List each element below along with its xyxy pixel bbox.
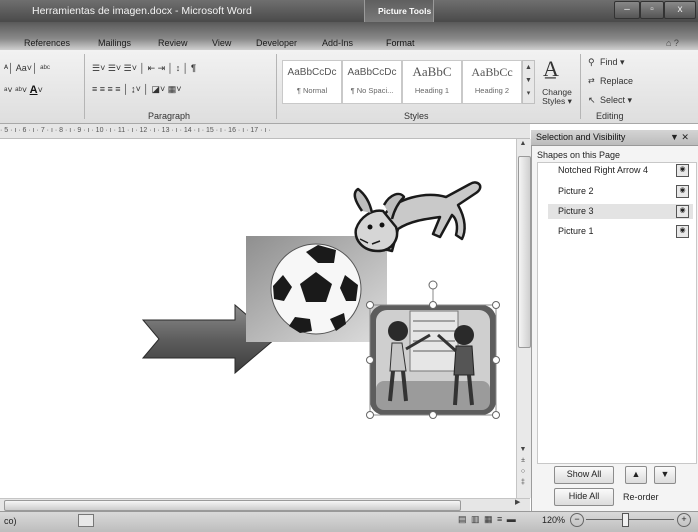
find-icon: ⚲ [588, 57, 595, 67]
tab-developer[interactable]: Developer [256, 38, 297, 48]
visibility-toggle-icon[interactable]: ◉ [676, 185, 689, 198]
styles-scroll-icon[interactable]: ▲ ▼ ▾ [522, 60, 535, 104]
shape-item-label: Picture 1 [558, 226, 594, 236]
show-all-button[interactable]: Show All [554, 466, 614, 484]
find-button[interactable]: Find ▾ [600, 57, 625, 68]
document-shapes [141, 181, 500, 419]
select-icon: ↖ [588, 95, 596, 105]
style-preview: AaBbCcDc [347, 67, 397, 78]
tab-format[interactable]: Format [386, 38, 415, 48]
separator [276, 54, 277, 119]
style-preview: AaBbC [412, 64, 452, 79]
shape-item-picture-2[interactable]: Picture 2 ◉ [548, 184, 693, 199]
reorder-label: Re-order [623, 492, 659, 502]
horizontal-scroll-thumb[interactable] [4, 500, 461, 511]
view-buttons-icons[interactable]: ▤ ▥ ▦ ≡ ▬ [458, 514, 517, 525]
scroll-up-icon[interactable]: ▲ [517, 140, 529, 154]
style-heading-2[interactable]: AaBbCc Heading 2 [462, 60, 522, 104]
visibility-toggle-icon[interactable]: ◉ [676, 164, 689, 177]
change-styles-button[interactable]: Change Styles ▾ [540, 88, 574, 106]
shape-item-label: Picture 2 [558, 186, 594, 196]
shape-item-label: Picture 3 [558, 206, 594, 216]
picture-dog-clipart[interactable] [353, 181, 482, 253]
separator [580, 54, 581, 119]
picture-soccer-ball[interactable] [246, 236, 387, 342]
pane-close-icon[interactable]: ▼ ✕ [670, 132, 689, 143]
zoom-slider-track[interactable] [586, 519, 674, 520]
close-button[interactable]: x [664, 1, 696, 19]
paragraph-tools-row2[interactable]: ≡ ≡ ≡ ≡ │ ↨˅ │ ◪˅ ▦˅ [92, 84, 182, 95]
zoom-level[interactable]: 120% [542, 515, 565, 525]
context-tab-group-label: Picture Tools [378, 6, 432, 16]
tab-references[interactable]: References [24, 38, 70, 48]
paragraph-tools-row1[interactable]: ☰˅ ☰˅ ☰˅ │ ⇤ ⇥ │ ↕ │ ¶ [92, 63, 196, 74]
horizontal-ruler[interactable]: · 5 · ı · 6 · ı · 7 · ı · 8 · ı · 9 · ı … [0, 124, 530, 139]
zoom-out-icon[interactable]: − [570, 513, 584, 527]
style-normal[interactable]: AaBbCcDc ¶ Normal [282, 60, 342, 104]
help-icon[interactable]: ⌂ ? [666, 38, 679, 48]
scroll-right-icon[interactable]: ▶ [515, 498, 520, 506]
style-no-spacing[interactable]: AaBbCcDc ¶ No Spaci... [342, 60, 402, 104]
macro-record-icon[interactable] [78, 514, 94, 527]
style-heading-1[interactable]: AaBbC Heading 1 [402, 60, 462, 104]
font-tools-row1[interactable]: ᴬ│ Aa˅│ ᵃᵇᶜ [4, 63, 50, 73]
zoom-in-icon[interactable]: + [677, 513, 691, 527]
tab-view[interactable]: View [212, 38, 231, 48]
zoom-slider-thumb[interactable] [622, 513, 629, 527]
style-preview: AaBbCc [471, 65, 513, 79]
tab-review[interactable]: Review [158, 38, 188, 48]
shape-item-notched-right-arrow-4[interactable]: Notched Right Arrow 4 ◉ [548, 163, 693, 178]
scroll-browse-icons[interactable]: ▼ ± ○ ‡ [517, 444, 529, 488]
style-name: Heading 1 [414, 86, 450, 95]
selection-pane-title: Selection and Visibility [536, 132, 626, 142]
move-down-icon[interactable]: ▼ [654, 466, 676, 484]
editing-group-label: Editing [596, 111, 624, 121]
move-up-icon[interactable]: ▲ [625, 466, 647, 484]
status-bar [0, 511, 698, 532]
style-name: Heading 2 [474, 86, 510, 95]
shape-item-picture-3[interactable]: Picture 3 ◉ [548, 204, 693, 219]
status-text: co) [4, 516, 17, 526]
tab-add-ins[interactable]: Add-Ins [322, 38, 353, 48]
style-name: ¶ Normal [296, 86, 328, 95]
replace-button[interactable]: Replace [600, 76, 633, 86]
style-name: ¶ No Spaci... [350, 86, 394, 95]
paragraph-group-label: Paragraph [148, 111, 191, 121]
style-preview: AaBbCcDc [287, 67, 337, 78]
minimize-button[interactable]: – [614, 1, 640, 19]
shapes-on-page-label: Shapes on this Page [537, 150, 621, 160]
hide-all-button[interactable]: Hide All [554, 488, 614, 506]
visibility-toggle-icon[interactable]: ◉ [676, 205, 689, 218]
styles-group-label: Styles [404, 111, 429, 121]
font-tools-row2[interactable]: ᵃ˅ ᵃᵇ˅ A˅ [4, 84, 43, 96]
separator [84, 54, 85, 119]
replace-icon: ⇄ [588, 76, 595, 85]
shape-item-picture-1[interactable]: Picture 1 ◉ [548, 224, 693, 239]
visibility-toggle-icon[interactable]: ◉ [676, 225, 689, 238]
select-button[interactable]: Select ▾ [600, 95, 632, 106]
shape-item-label: Notched Right Arrow 4 [558, 165, 649, 175]
maximize-button[interactable]: ▫ [640, 1, 664, 19]
picture-children-clipart[interactable] [370, 305, 496, 415]
change-styles-icon[interactable]: A̲ [543, 56, 559, 82]
vertical-scroll-thumb[interactable] [518, 156, 531, 348]
window-title: Herramientas de imagen.docx - Microsoft … [32, 5, 252, 17]
tab-mailings[interactable]: Mailings [98, 38, 131, 48]
